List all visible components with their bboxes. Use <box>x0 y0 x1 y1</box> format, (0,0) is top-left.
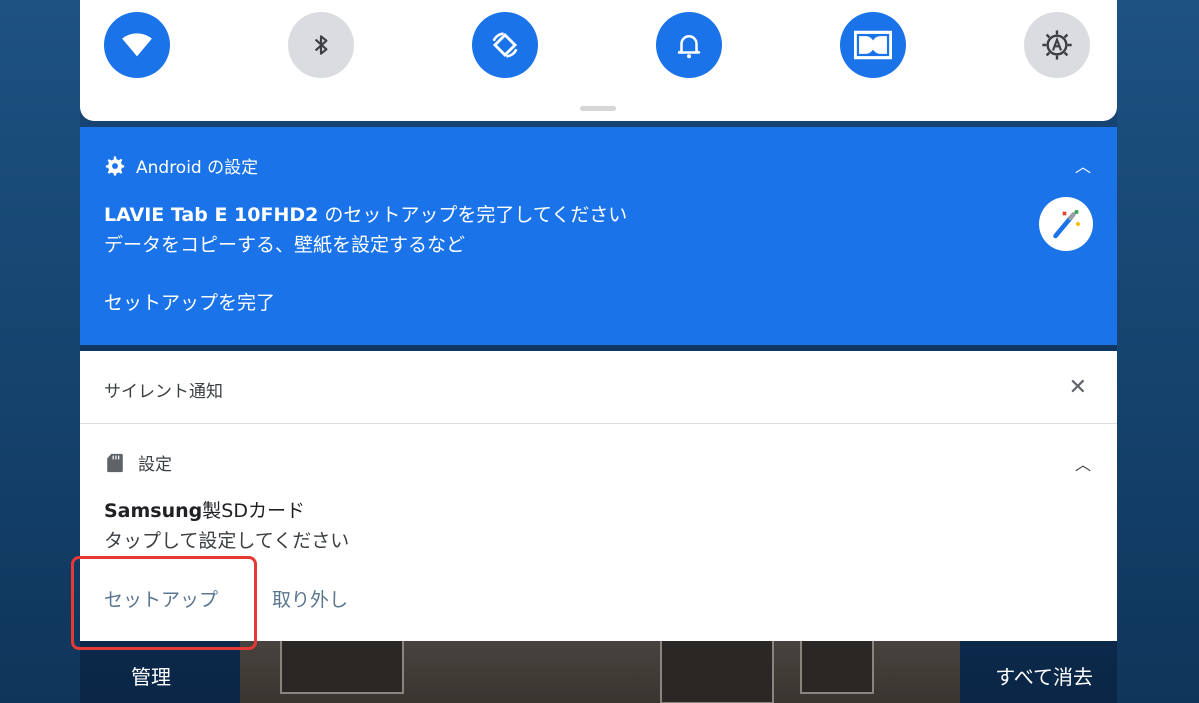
wallpaper-left <box>0 0 80 703</box>
manage-button[interactable]: 管理 <box>131 661 171 690</box>
sd-notification-title: Samsung製SDカード <box>104 496 305 523</box>
device-name: LAVIE Tab E 10FHD2 <box>104 204 319 226</box>
sd-app-name: 設定 <box>138 455 172 475</box>
auto-brightness-icon <box>1042 30 1072 60</box>
sd-notification-header: 設定 <box>104 450 172 475</box>
panel-drag-handle[interactable] <box>580 106 616 111</box>
eject-button[interactable]: 取り外し <box>272 585 348 612</box>
auto-rotate-icon <box>492 32 518 58</box>
sd-brand: Samsung <box>104 500 203 522</box>
highlight-annotation <box>71 556 257 650</box>
finish-setup-button[interactable]: セットアップを完了 <box>104 288 275 315</box>
collapse-chevron-icon[interactable]: ︿ <box>1075 153 1091 177</box>
wallpaper-right <box>1117 0 1199 703</box>
auto-brightness-tile[interactable] <box>1024 12 1090 78</box>
clear-all-button[interactable]: すべて消去 <box>995 661 1093 690</box>
setup-notification-header: Android の設定 <box>104 153 258 178</box>
silent-section-title: サイレント通知 <box>104 382 223 402</box>
auto-rotate-tile[interactable] <box>472 12 538 78</box>
collapse-chevron-icon[interactable]: ︿ <box>1075 451 1091 475</box>
quick-settings-panel <box>80 0 1117 121</box>
wifi-tile[interactable] <box>104 12 170 78</box>
sd-notification-text: タップして設定してください <box>104 530 350 552</box>
bluetooth-tile[interactable] <box>288 12 354 78</box>
wifi-icon <box>122 33 152 57</box>
gear-icon <box>105 155 125 176</box>
magic-wand-icon <box>1039 197 1093 251</box>
dolby-tile[interactable] <box>840 12 906 78</box>
setup-title-rest: のセットアップを完了してください <box>318 204 628 226</box>
bluetooth-icon <box>314 35 328 55</box>
setup-notification-title: LAVIE Tab E 10FHD2 のセットアップを完了してください <box>104 200 627 227</box>
sd-title-rest: 製SDカード <box>202 500 305 522</box>
notification-tile[interactable] <box>656 12 722 78</box>
setup-app-name: Android の設定 <box>136 158 259 178</box>
setup-notification[interactable]: Android の設定 ︿ LAVIE Tab E 10FHD2 のセットアップ… <box>80 127 1117 345</box>
notification-bell-icon <box>677 35 701 59</box>
close-icon[interactable]: ✕ <box>1069 375 1087 400</box>
sd-card-icon <box>107 453 123 472</box>
setup-notification-text: データをコピーする、壁紙を設定するなど <box>104 234 466 256</box>
divider <box>80 423 1117 424</box>
dolby-icon <box>854 30 892 60</box>
